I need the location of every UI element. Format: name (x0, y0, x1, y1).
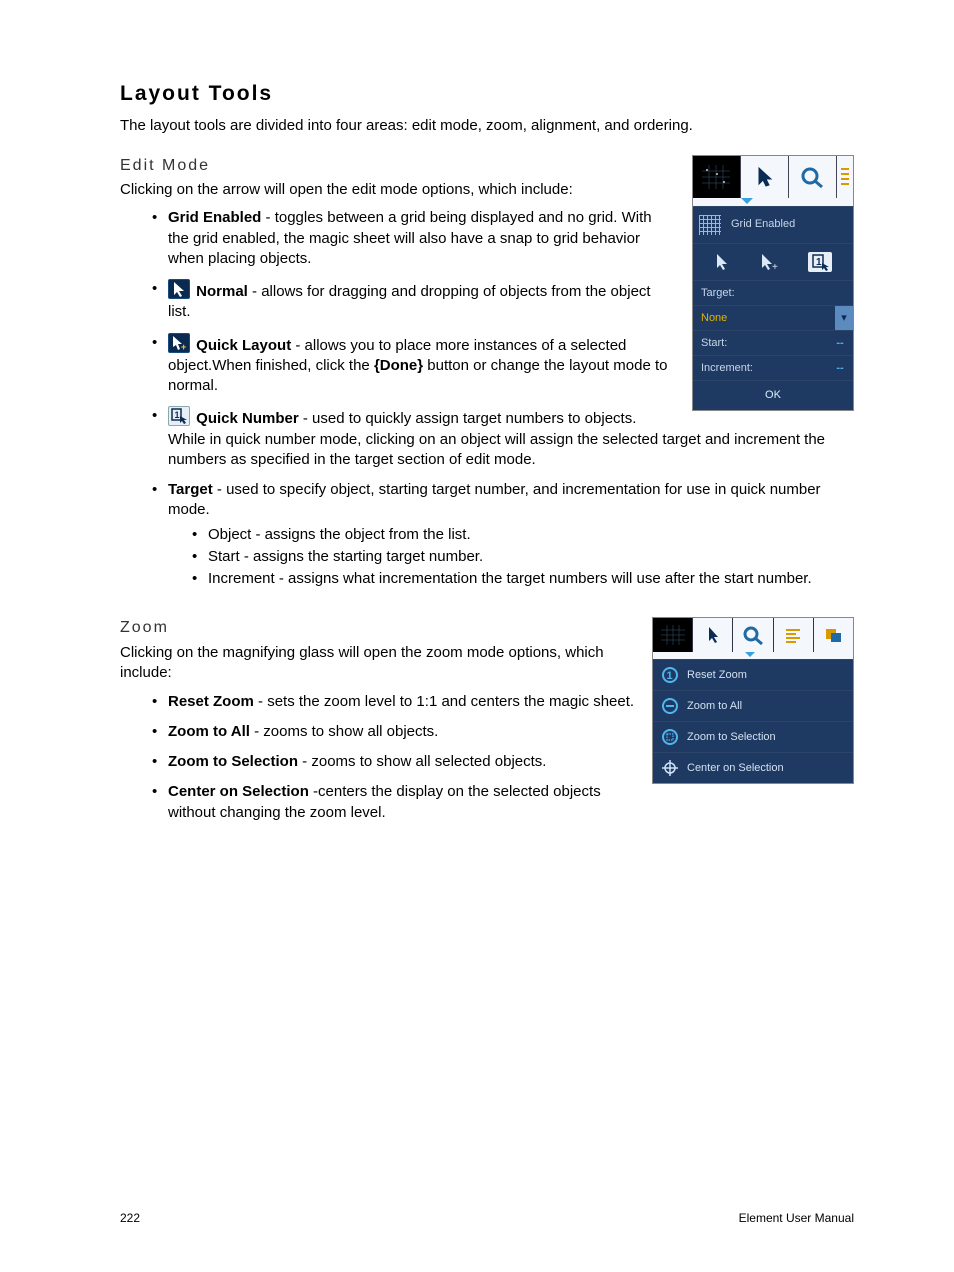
sub-start: Start - assigns the starting target numb… (208, 547, 854, 567)
desc-target: - used to specify object, starting targe… (168, 481, 821, 518)
bullet-reset-zoom: Reset Zoom - sets the zoom level to 1:1 … (168, 692, 854, 712)
term-zoom-selection: Zoom to Selection (168, 753, 298, 770)
term-grid-enabled: Grid Enabled (168, 209, 261, 226)
cursor-tab-icon-2[interactable] (693, 618, 733, 652)
reset-zoom-label: Reset Zoom (687, 668, 747, 683)
done-token: {Done} (374, 357, 423, 374)
sub-increment: Increment - assigns what incrementation … (208, 569, 854, 589)
bullet-quick-layout: + Quick Layout - allows you to place mor… (168, 333, 854, 397)
grid-preview-icon-2 (653, 618, 693, 652)
cursor-tab-icon[interactable] (741, 156, 789, 198)
bullet-zoom-selection: Zoom to Selection - zooms to show all se… (168, 752, 854, 772)
term-target: Target (168, 481, 213, 498)
align-tab-icon[interactable] (837, 156, 853, 198)
intro-text: The layout tools are divided into four a… (120, 116, 854, 136)
term-normal: Normal (196, 283, 248, 300)
desc-zoom-selection: - zooms to show all selected objects. (298, 753, 546, 770)
manual-title: Element User Manual (739, 1210, 854, 1226)
reset-zoom-row[interactable]: 1 Reset Zoom (653, 659, 853, 690)
bullet-quick-number: 1 Quick Number - used to quickly assign … (168, 406, 854, 470)
quick-number-icon: 1 (168, 406, 190, 426)
order-tab-icon-2[interactable] (814, 618, 853, 652)
svg-text:1: 1 (175, 410, 180, 420)
term-quick-layout: Quick Layout (196, 337, 291, 354)
bullet-normal: Normal - allows for dragging and droppin… (168, 279, 854, 323)
term-reset-zoom: Reset Zoom (168, 693, 254, 710)
align-tab-icon-2[interactable] (774, 618, 814, 652)
quick-layout-icon: + (168, 333, 190, 353)
page-title: Layout Tools (120, 80, 854, 108)
svg-text:1: 1 (667, 670, 673, 682)
bullet-target: Target - used to specify object, startin… (168, 480, 854, 589)
bullet-center-selection: Center on Selection -centers the display… (168, 782, 854, 823)
normal-icon (168, 279, 190, 299)
reset-zoom-icon: 1 (661, 666, 679, 684)
zoom-tab-icon[interactable] (789, 156, 837, 198)
svg-text:+: + (181, 342, 186, 352)
sub-object: Object - assigns the object from the lis… (208, 525, 854, 545)
term-quick-number: Quick Number (196, 410, 299, 427)
term-zoom-all: Zoom to All (168, 723, 250, 740)
bullet-zoom-all: Zoom to All - zooms to show all objects. (168, 722, 854, 742)
desc-reset-zoom: - sets the zoom level to 1:1 and centers… (254, 693, 634, 710)
zoom-tab-icon-2[interactable] (733, 618, 773, 652)
desc-zoom-all: - zooms to show all objects. (250, 723, 438, 740)
bullet-grid-enabled: Grid Enabled - toggles between a grid be… (168, 208, 854, 269)
grid-preview-icon (693, 156, 741, 198)
page-number: 222 (120, 1210, 140, 1226)
term-center-selection: Center on Selection (168, 783, 309, 800)
